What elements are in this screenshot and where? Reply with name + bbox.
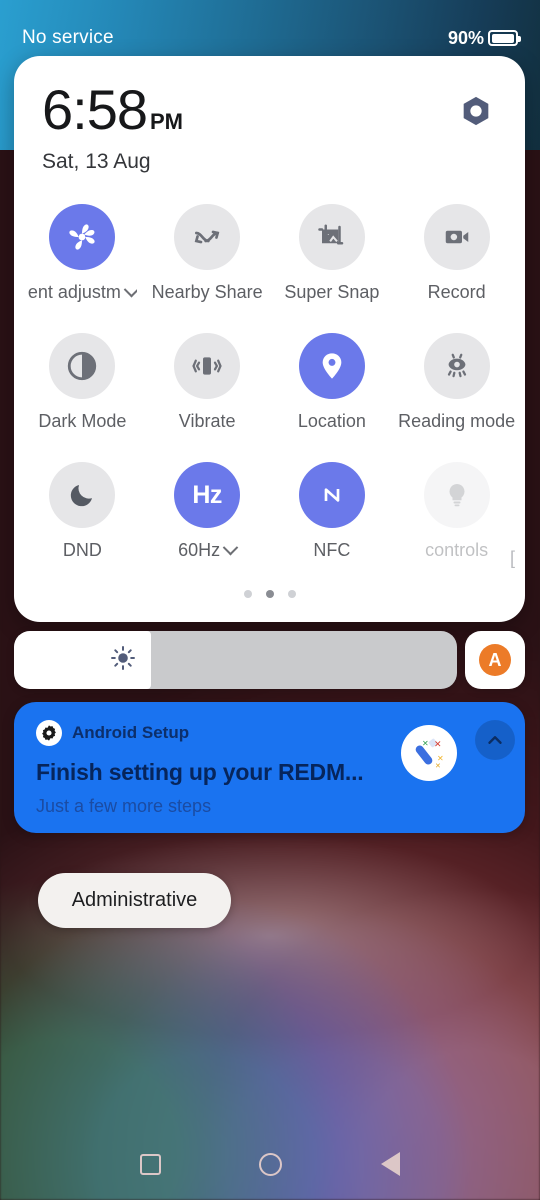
moon-icon <box>49 462 116 528</box>
auto-brightness-button[interactable]: A <box>465 631 525 689</box>
clock-ampm: PM <box>150 109 183 134</box>
svg-text:✕: ✕ <box>435 763 441 770</box>
svg-text:✕: ✕ <box>422 739 429 748</box>
tile-dnd[interactable]: DND <box>20 454 145 561</box>
tile-location[interactable]: Location <box>270 325 395 432</box>
tile-record[interactable]: Record <box>394 196 519 303</box>
tile-nfc[interactable]: NFC <box>270 454 395 561</box>
tile-label: Vibrate <box>178 411 236 431</box>
contrast-icon <box>49 333 116 399</box>
administrative-pill-button[interactable]: Administrative <box>38 873 231 928</box>
chevron-up-icon[interactable] <box>475 720 515 760</box>
page-dot-active[interactable] <box>265 590 274 598</box>
tile-row: DND Hz 60Hz NFC controls <box>20 454 519 561</box>
battery-icon <box>488 30 521 46</box>
tile-label: Dark Mode <box>38 411 127 431</box>
svg-text:✕: ✕ <box>434 739 442 749</box>
location-pin-icon <box>298 333 365 399</box>
navigation-bar <box>0 1128 540 1200</box>
tile-nearby-share[interactable]: Nearby Share <box>145 196 270 303</box>
tile-label: ent adjustm <box>28 282 137 303</box>
tile-vibrate[interactable]: Vibrate <box>145 325 270 432</box>
tile-refresh-rate[interactable]: Hz 60Hz <box>145 454 270 561</box>
circle-icon <box>258 1152 282 1176</box>
tile-label: Super Snap <box>284 282 380 302</box>
status-bar: No service 90% <box>0 22 540 54</box>
edge-ghost-label: [ <box>509 548 515 568</box>
chevron-down-icon[interactable] <box>123 282 137 298</box>
brightness-slider[interactable] <box>14 631 457 689</box>
auto-brightness-label: A <box>479 644 511 676</box>
tile-reading-mode[interactable]: Reading mode <box>394 325 519 432</box>
tile-row: ent adjustm Nearby Share Super Snap Reco… <box>20 196 519 303</box>
tile-label: Reading mode <box>398 411 516 431</box>
battery-percent-label: 90% <box>447 27 484 48</box>
nearby-share-icon <box>174 204 241 270</box>
fan-icon <box>49 204 116 270</box>
recents-button[interactable] <box>127 1141 173 1187</box>
video-camera-icon <box>423 204 490 270</box>
square-icon <box>139 1153 161 1175</box>
back-button[interactable] <box>367 1141 413 1187</box>
tile-label: DND <box>62 540 102 560</box>
tile-label: Nearby Share <box>151 282 263 302</box>
tile-label: 60Hz <box>178 539 239 561</box>
lightbulb-icon <box>423 462 490 528</box>
administrative-label: Administrative <box>71 889 198 911</box>
tile-label: controls <box>425 540 489 560</box>
notification-app-name: Android Setup <box>72 723 190 742</box>
tile-label: NFC <box>313 540 351 560</box>
status-right-group: 90% <box>447 27 521 49</box>
vibrate-icon <box>174 333 241 399</box>
hz-icon: Hz <box>174 462 241 528</box>
notification-subtitle: Just a few more steps <box>36 796 212 816</box>
nfc-icon <box>298 462 365 528</box>
clock-date: Sat, 13 Aug <box>42 150 151 173</box>
eye-icon <box>423 333 490 399</box>
tile-label: Location <box>297 411 366 431</box>
gear-icon <box>36 720 62 746</box>
tile-dark-mode[interactable]: Dark Mode <box>20 325 145 432</box>
clock[interactable]: 6:58 PM <box>42 82 497 138</box>
tiles-grid: ent adjustm Nearby Share Super Snap Reco… <box>14 196 525 561</box>
tile-super-snap[interactable]: Super Snap <box>270 196 395 303</box>
tile-label: Record <box>427 282 486 302</box>
quick-settings-panel: 6:58 PM Sat, 13 Aug ent adjustm Nearby S… <box>14 56 525 622</box>
triangle-back-icon <box>380 1152 400 1176</box>
brightness-row: A <box>14 631 525 689</box>
page-indicator <box>14 590 525 598</box>
carrier-label: No service <box>22 27 114 48</box>
clock-row: 6:58 PM Sat, 13 Aug <box>14 56 525 174</box>
clock-time: 6:58 <box>42 78 148 141</box>
tile-ent-adjustment[interactable]: ent adjustm <box>20 196 145 303</box>
screenshot-icon <box>298 204 365 270</box>
chevron-down-icon[interactable] <box>222 539 239 556</box>
page-dot[interactable] <box>243 590 252 598</box>
brightness-sun-icon <box>109 644 137 677</box>
svg-text:✕: ✕ <box>437 754 444 763</box>
gear-icon[interactable] <box>457 92 495 130</box>
tile-row: Dark Mode Vibrate Location Reading mode <box>20 325 519 432</box>
notification-card[interactable]: Android Setup Finish setting up your RED… <box>14 702 525 833</box>
page-dot[interactable] <box>287 590 296 598</box>
tile-device-controls[interactable]: controls <box>394 454 519 561</box>
brightness-slider-fill <box>14 631 152 689</box>
magic-wand-icon: ✕ ✕ ✕ ✕ <box>401 725 457 781</box>
home-button[interactable] <box>247 1141 293 1187</box>
